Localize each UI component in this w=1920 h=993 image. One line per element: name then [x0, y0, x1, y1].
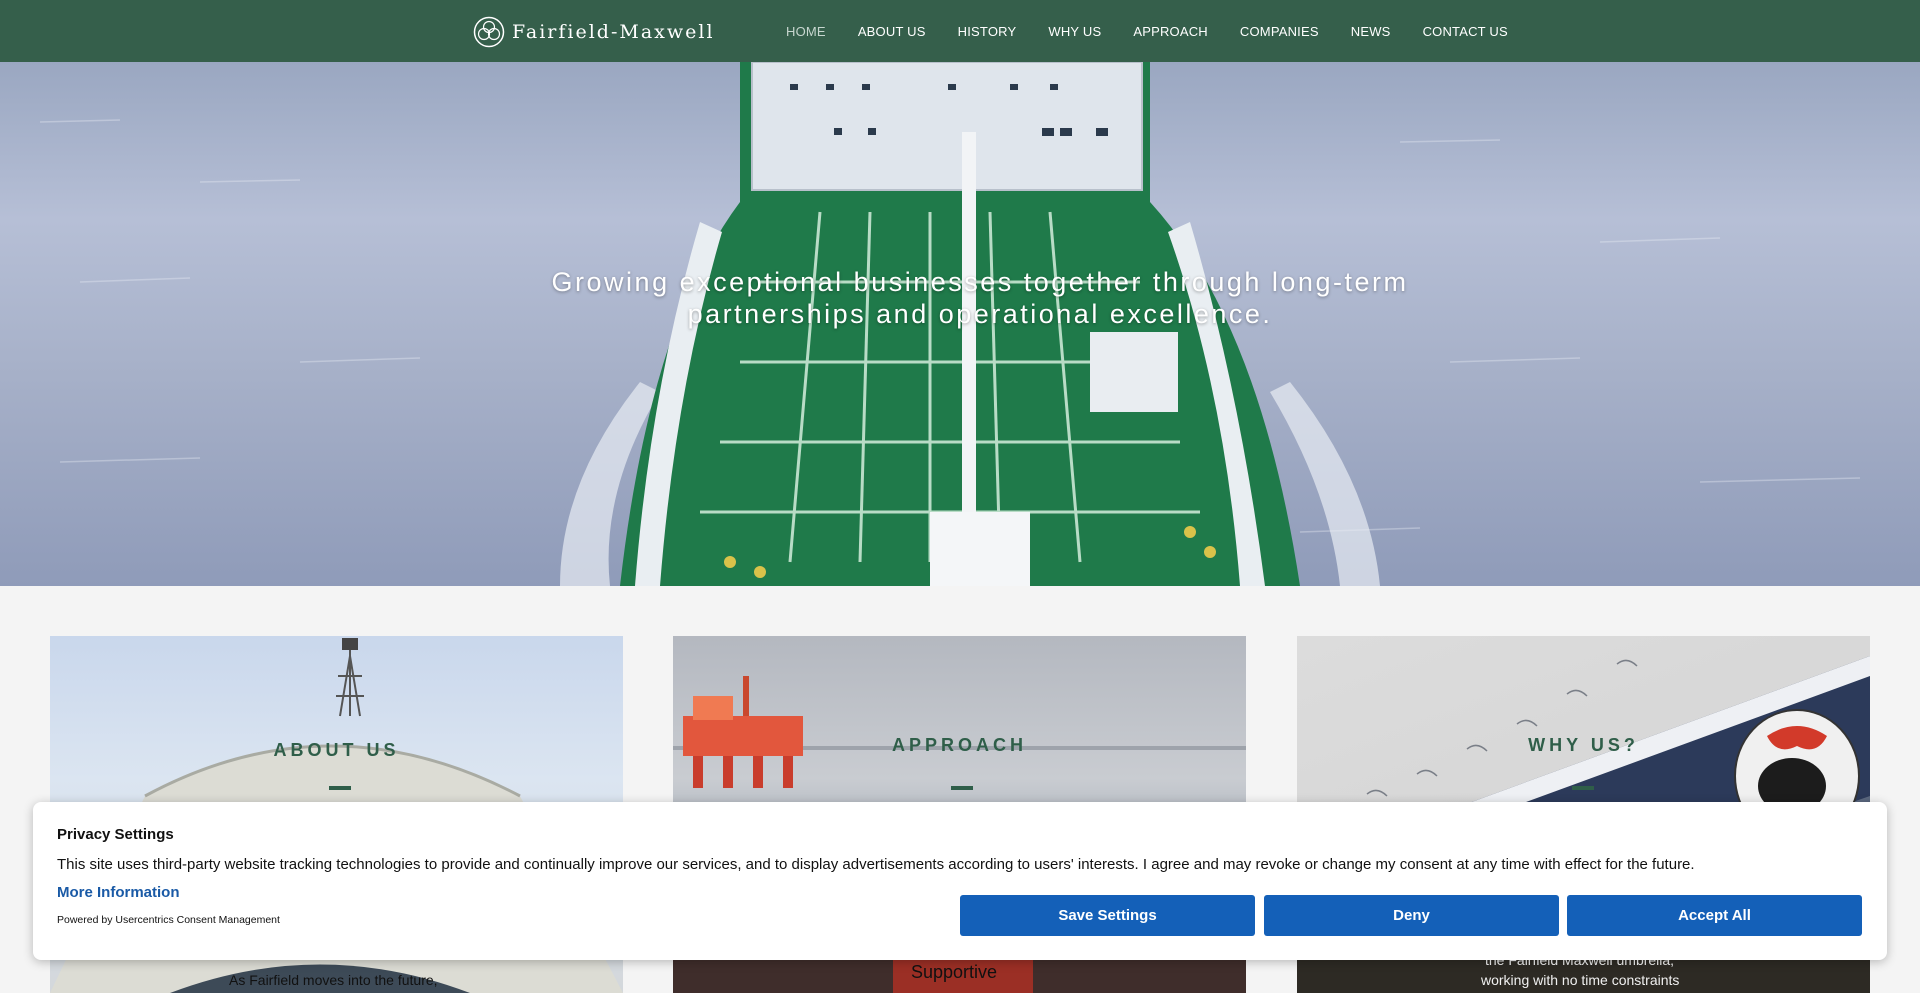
approach-title: APPROACH	[891, 735, 1027, 755]
more-information-link[interactable]: More Information	[57, 884, 180, 901]
approach-divider	[951, 786, 973, 790]
site-header: Fairfield-Maxwell HOME ABOUT US HISTORY …	[0, 0, 1920, 62]
nav-about-us[interactable]: ABOUT US	[858, 24, 926, 39]
hero-banner: Growing exceptional businesses together …	[0, 62, 1920, 586]
privacy-settings-text: This site uses third-party website track…	[57, 856, 1695, 873]
privacy-consent-banner: Privacy Settings This site uses third-pa…	[33, 802, 1887, 960]
main-nav: HOME ABOUT US HISTORY WHY US APPROACH CO…	[786, 0, 1540, 62]
about-us-title: ABOUT US	[273, 740, 400, 760]
accept-all-button[interactable]: Accept All	[1567, 895, 1862, 936]
privacy-settings-title: Privacy Settings	[57, 826, 174, 843]
nav-contact-us[interactable]: CONTACT US	[1423, 24, 1508, 39]
brand-name: Fairfield-Maxwell	[512, 21, 715, 43]
about-us-text: As Fairfield moves into the future,	[229, 972, 438, 988]
powered-by-text: Powered by Usercentrics Consent Manageme…	[57, 914, 280, 926]
nav-news[interactable]: NEWS	[1351, 24, 1391, 39]
brand-logo-link[interactable]: Fairfield-Maxwell	[473, 16, 715, 48]
approach-text: Supportive	[911, 962, 998, 982]
hero-tagline: Growing exceptional businesses together …	[450, 266, 1510, 330]
nav-why-us[interactable]: WHY US	[1048, 24, 1101, 39]
hero-tagline-line-2: partnerships and operational excellence.	[687, 299, 1273, 329]
why-us-title: WHY US?	[1528, 735, 1639, 755]
deny-button[interactable]: Deny	[1264, 895, 1559, 936]
nav-approach[interactable]: APPROACH	[1133, 24, 1208, 39]
nav-home[interactable]: HOME	[786, 24, 826, 39]
nav-history[interactable]: HISTORY	[958, 24, 1017, 39]
why-us-text-line-2: working with no time constraints	[1481, 972, 1680, 988]
nav-companies[interactable]: COMPANIES	[1240, 24, 1319, 39]
hero-tagline-line-1: Growing exceptional businesses together …	[551, 267, 1409, 297]
why-us-divider	[1572, 786, 1594, 790]
about-us-divider	[329, 786, 351, 790]
save-settings-button[interactable]: Save Settings	[960, 895, 1255, 936]
fairfield-maxwell-logo-icon	[473, 16, 505, 48]
